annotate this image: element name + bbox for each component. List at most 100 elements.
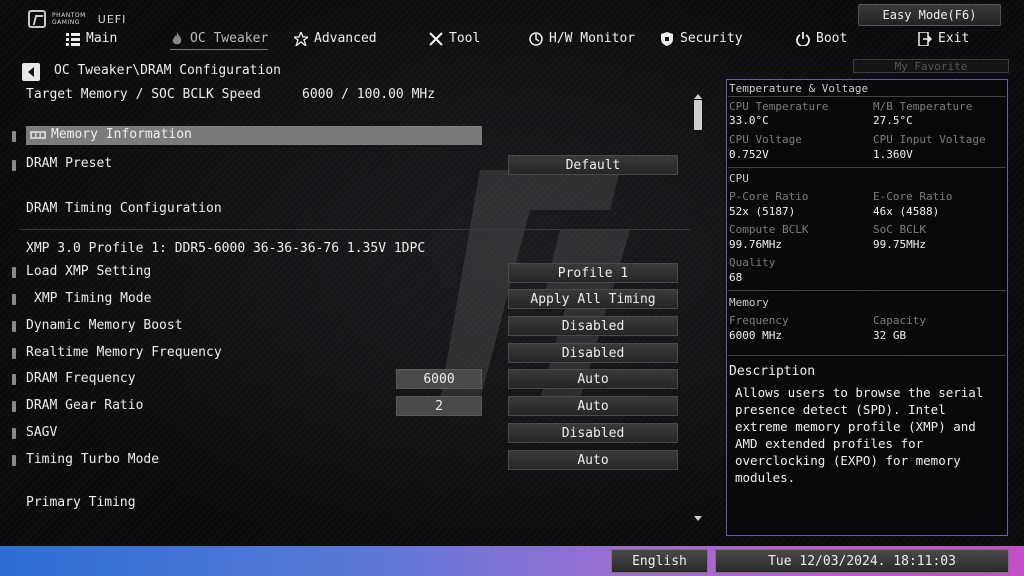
- language-button[interactable]: English: [611, 549, 708, 573]
- dram-timing-config-heading: DRAM Timing Configuration: [26, 201, 222, 216]
- exit-icon: [918, 31, 932, 46]
- brand-line-1: PHANTOM: [52, 12, 86, 19]
- realtime-memory-frequency-label: Realtime Memory Frequency: [26, 345, 222, 360]
- cpu-temp-value: 33.0°C: [729, 114, 769, 127]
- brand-line-2: GAMING: [52, 19, 80, 26]
- memory-capacity-value: 32 GB: [873, 329, 907, 342]
- tab-advanced-label: Advanced: [314, 31, 377, 46]
- tab-main[interactable]: Main: [66, 31, 117, 46]
- quality-label: Quality: [729, 256, 776, 269]
- row-bullet: [12, 160, 16, 171]
- dram-frequency-dropdown[interactable]: Auto: [508, 369, 678, 389]
- easy-mode-button[interactable]: Easy Mode(F6): [858, 4, 1001, 26]
- tools-icon: [429, 31, 443, 46]
- back-arrow-button[interactable]: [22, 63, 40, 81]
- scrollbar-thumb[interactable]: [694, 100, 702, 130]
- tab-main-label: Main: [86, 31, 118, 46]
- target-memory-label: Target Memory / SOC BCLK Speed: [26, 87, 261, 102]
- dram-preset-dropdown[interactable]: Default: [508, 155, 678, 175]
- compute-bclk-label: Compute BCLK: [729, 223, 809, 236]
- cpu-section-title: CPU: [729, 172, 749, 185]
- dram-gear-ratio-dropdown[interactable]: Auto: [508, 396, 678, 416]
- e-core-ratio-value: 46x (4588): [873, 205, 940, 218]
- row-bullet: [12, 428, 16, 439]
- xmp-profile-info: XMP 3.0 Profile 1: DDR5-6000 36-36-36-76…: [26, 241, 426, 256]
- mb-temp-value: 27.5°C: [873, 114, 913, 127]
- tab-exit[interactable]: Exit: [918, 31, 969, 46]
- dram-gear-ratio-label: DRAM Gear Ratio: [26, 398, 144, 413]
- tab-tool[interactable]: Tool: [429, 31, 480, 46]
- xmp-timing-mode-dropdown[interactable]: Apply All Timing: [508, 289, 678, 309]
- scroll-down-arrow[interactable]: [694, 516, 702, 521]
- power-icon: [796, 31, 810, 46]
- panel-divider: [728, 355, 1006, 356]
- dram-frequency-label: DRAM Frequency: [26, 371, 136, 386]
- temp-voltage-title: Temperature & Voltage: [729, 82, 869, 95]
- realtime-memory-frequency-dropdown[interactable]: Disabled: [508, 343, 678, 363]
- compute-bclk-value: 99.76MHz: [729, 238, 782, 251]
- phantom-gaming-logo-icon: [28, 10, 46, 28]
- description-title: Description: [729, 364, 816, 379]
- monitor-icon: [529, 31, 543, 46]
- memory-information-label: Memory Information: [51, 127, 192, 142]
- soc-bclk-label: SoC BCLK: [873, 223, 926, 236]
- dram-gear-ratio-value-box: 2: [396, 396, 482, 416]
- row-bullet: [12, 401, 16, 412]
- e-core-ratio-label: E-Core Ratio: [873, 190, 953, 203]
- cpu-input-voltage-label: CPU Input Voltage: [873, 133, 986, 146]
- tab-boot-label: Boot: [816, 31, 848, 46]
- scroll-up-arrow[interactable]: [694, 94, 702, 99]
- p-core-ratio-label: P-Core Ratio: [729, 190, 809, 203]
- tab-oc-tweaker-label: OC Tweaker: [190, 31, 269, 46]
- soc-bclk-value: 99.75MHz: [873, 238, 926, 251]
- tab-tool-label: Tool: [449, 31, 481, 46]
- row-bullet: [12, 374, 16, 385]
- breadcrumb: OC Tweaker\DRAM Configuration: [54, 63, 281, 78]
- load-xmp-setting-dropdown[interactable]: Profile 1: [508, 263, 678, 283]
- target-memory-value: 6000 / 100.00 MHz: [302, 87, 436, 102]
- row-bullet: [12, 267, 16, 278]
- cpu-voltage-value: 0.752V: [729, 148, 769, 161]
- memory-module-icon: [30, 131, 46, 139]
- dynamic-memory-boost-dropdown[interactable]: Disabled: [508, 316, 678, 336]
- timing-turbo-mode-dropdown[interactable]: Auto: [508, 450, 678, 470]
- row-bullet: [12, 321, 16, 332]
- section-divider: [20, 229, 690, 230]
- quality-value: 68: [729, 271, 743, 284]
- main-nav: Main OC Tweaker Advanced Tool H/W Monito…: [0, 28, 1024, 52]
- memory-frequency-value: 6000 MHz: [729, 329, 782, 342]
- shield-icon: [661, 31, 673, 46]
- row-bullet: [12, 348, 16, 359]
- timing-turbo-mode-label: Timing Turbo Mode: [26, 452, 160, 467]
- tab-security[interactable]: Security: [660, 31, 743, 46]
- sagv-dropdown[interactable]: Disabled: [508, 423, 678, 443]
- list-icon: [66, 32, 80, 46]
- primary-timing-heading[interactable]: Primary Timing: [26, 495, 136, 510]
- flame-icon: [172, 31, 182, 44]
- tab-oc-tweaker[interactable]: OC Tweaker: [170, 31, 269, 50]
- panel-divider: [728, 96, 1006, 97]
- tab-exit-label: Exit: [938, 31, 970, 46]
- memory-frequency-label: Frequency: [729, 314, 789, 327]
- dram-frequency-value-box: 6000: [396, 369, 482, 389]
- dynamic-memory-boost-label: Dynamic Memory Boost: [26, 318, 183, 333]
- cpu-voltage-label: CPU Voltage: [729, 133, 802, 146]
- p-core-ratio-value: 52x (5187): [729, 205, 796, 218]
- uefi-label: UEFI: [97, 12, 127, 26]
- datetime-display: Tue 12/03/2024. 18:11:03: [715, 549, 1009, 573]
- tab-boot[interactable]: Boot: [796, 31, 847, 46]
- brand-logo: PHANTOM GAMING UEFI: [28, 10, 126, 28]
- my-favorite-button[interactable]: My Favorite: [853, 59, 1009, 73]
- cpu-temp-label: CPU Temperature: [729, 100, 829, 113]
- load-xmp-setting-label: Load XMP Setting: [26, 264, 152, 279]
- panel-divider: [728, 167, 1006, 168]
- tab-security-label: Security: [680, 31, 743, 46]
- xmp-timing-mode-label: XMP Timing Mode: [34, 291, 152, 306]
- row-bullet: [12, 294, 16, 305]
- panel-divider: [728, 290, 1006, 291]
- row-bullet: [12, 455, 16, 466]
- tab-advanced[interactable]: Advanced: [294, 31, 377, 46]
- star-icon: [294, 31, 308, 46]
- row-bullet: [12, 131, 16, 142]
- tab-hw-monitor[interactable]: H/W Monitor: [529, 31, 635, 46]
